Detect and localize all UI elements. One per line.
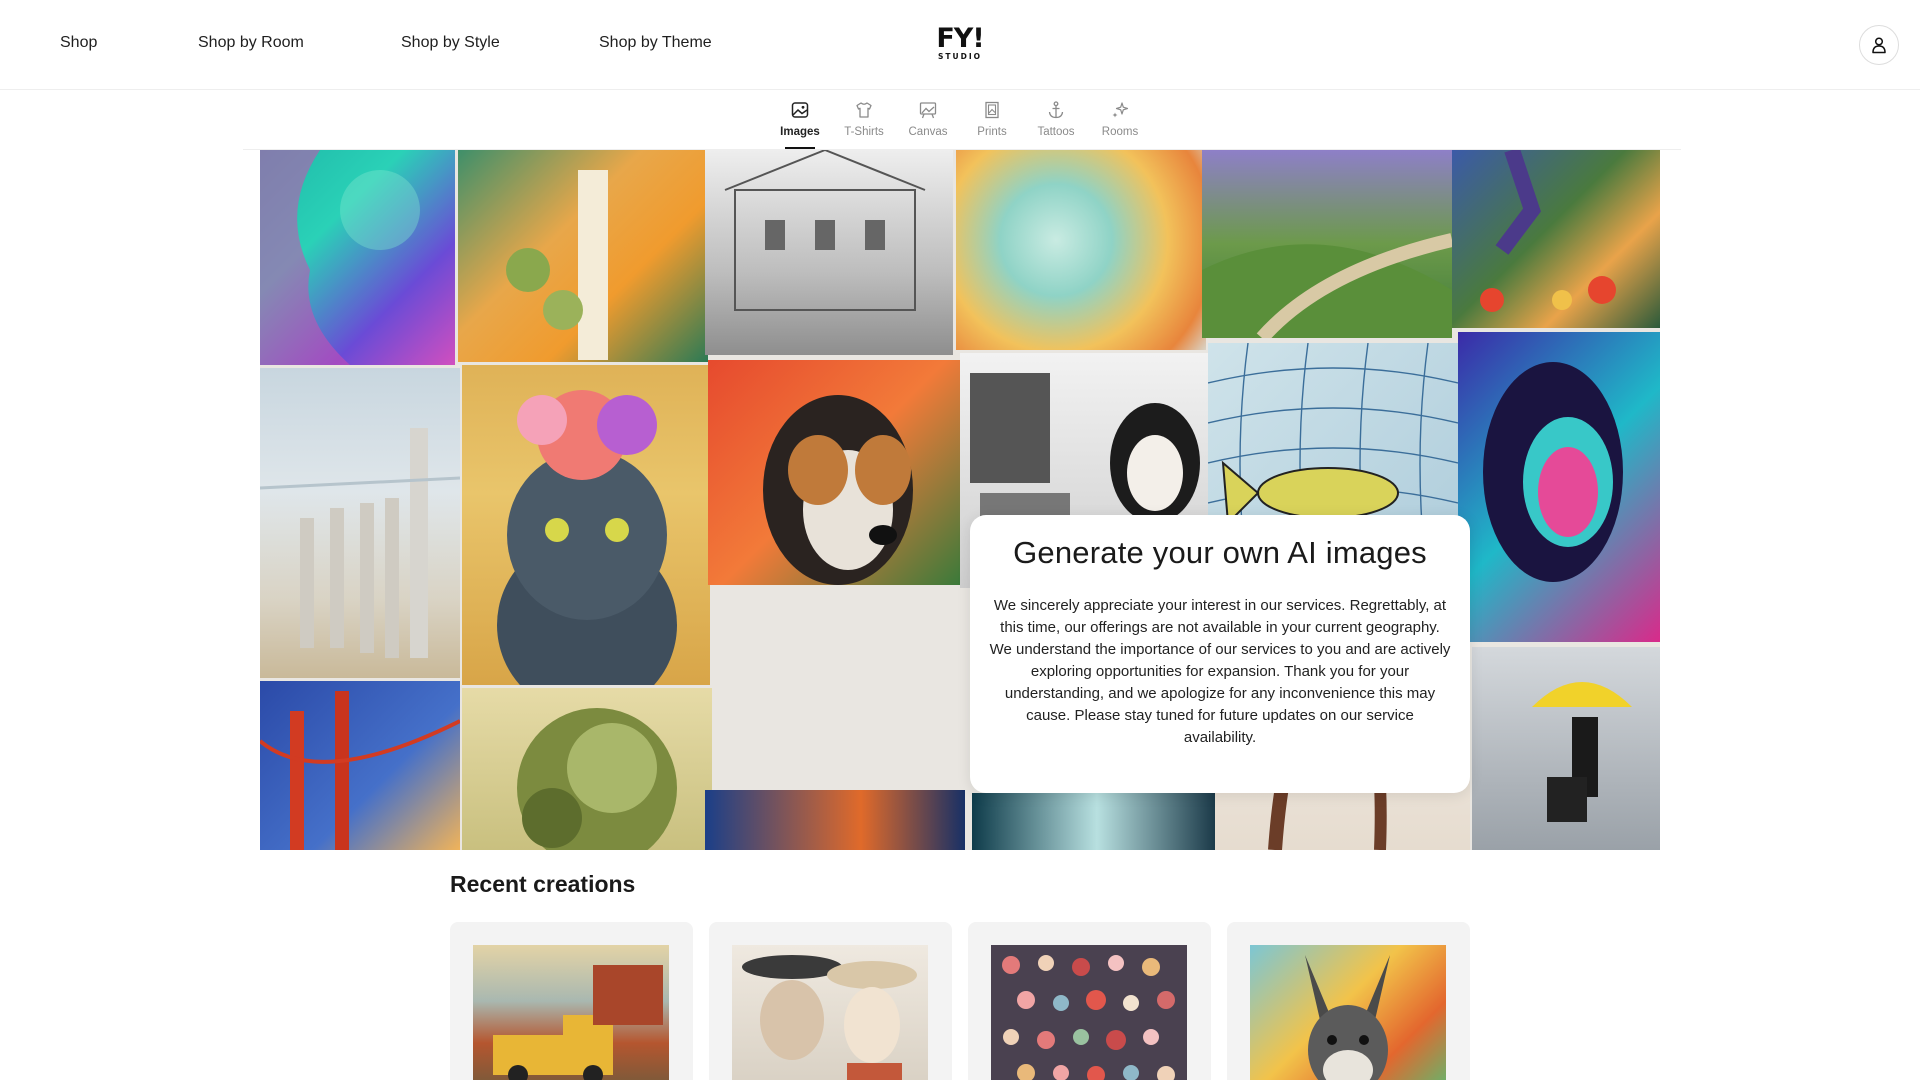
- turquoise-face-artwork: [260, 150, 455, 365]
- anchor-icon: [1048, 101, 1064, 119]
- tab-rooms-label: Rooms: [1101, 126, 1139, 138]
- tab-prints-label: Prints: [977, 126, 1007, 138]
- beach-fence-artwork: [260, 368, 460, 678]
- recent-creation-card[interactable]: [450, 922, 693, 1080]
- fy-studio-logo[interactable]: FY! STUDIO: [934, 23, 986, 62]
- tab-tshirts[interactable]: T-Shirts: [832, 100, 896, 148]
- golden-gate-artwork: [260, 681, 460, 850]
- nav-shop-by-room[interactable]: Shop by Room: [198, 34, 304, 52]
- teal-leaves-artwork: [972, 793, 1222, 850]
- orange-blue-artwork: [705, 790, 965, 850]
- print-frame-icon: [985, 101, 999, 119]
- nav-shop-by-style[interactable]: Shop by Style: [401, 34, 500, 52]
- top-header: Shop Shop by Room Shop by Style Shop by …: [0, 0, 1920, 90]
- tab-canvas-label: Canvas: [908, 126, 948, 138]
- couple-portrait-artwork: [732, 945, 928, 1080]
- recent-creation-card[interactable]: [709, 922, 952, 1080]
- hearts-pattern-artwork: [991, 945, 1187, 1080]
- dancers-flowers-artwork: [1452, 150, 1660, 328]
- donkey-artwork: [1250, 945, 1446, 1080]
- nav-shop[interactable]: Shop: [60, 34, 97, 52]
- nav-shop-by-theme[interactable]: Shop by Theme: [599, 34, 712, 52]
- tab-images[interactable]: Images: [768, 100, 832, 148]
- flower-cat-artwork: [462, 365, 710, 685]
- tab-rooms[interactable]: Rooms: [1088, 100, 1152, 148]
- neon-girl-artwork: [1458, 332, 1660, 642]
- tab-tattoos-label: Tattoos: [1037, 126, 1075, 138]
- garden-path-artwork: [1202, 150, 1452, 338]
- sparkle-icon: [1112, 102, 1129, 118]
- tab-tattoos[interactable]: Tattoos: [1024, 100, 1088, 148]
- tab-tshirts-label: T-Shirts: [844, 126, 884, 138]
- yellow-umbrella-artwork: [1472, 647, 1660, 850]
- recent-creation-card[interactable]: [968, 922, 1211, 1080]
- tshirt-icon: [856, 102, 872, 118]
- sketch-building-artwork: [705, 150, 953, 355]
- green-trees-artwork: [462, 688, 712, 850]
- vintage-truck-artwork: [473, 945, 669, 1080]
- image-icon: [791, 102, 809, 118]
- user-icon: [1872, 37, 1886, 54]
- recent-creations-heading: Recent creations: [450, 871, 636, 897]
- figs-still-life-artwork: [458, 150, 708, 362]
- tab-canvas[interactable]: Canvas: [896, 100, 960, 148]
- recent-creation-card[interactable]: [1227, 922, 1470, 1080]
- dog-portrait-artwork: [708, 360, 960, 585]
- hero-title: Generate your own AI images: [1013, 535, 1427, 570]
- canvas-easel-icon: [919, 102, 937, 119]
- availability-message-card: Generate your own AI images We sincerely…: [970, 515, 1470, 793]
- availability-message: We sincerely appreciate your interest in…: [989, 597, 1451, 746]
- logo-mark: FY!: [936, 23, 984, 54]
- hero-collage: Generate your own AI images We sincerely…: [260, 150, 1660, 850]
- tab-images-label: Images: [780, 126, 820, 138]
- logo-subtitle: STUDIO: [938, 52, 982, 61]
- tab-prints[interactable]: Prints: [960, 100, 1024, 148]
- account-button[interactable]: [1859, 25, 1899, 65]
- marble-swirl-artwork: [956, 150, 1206, 350]
